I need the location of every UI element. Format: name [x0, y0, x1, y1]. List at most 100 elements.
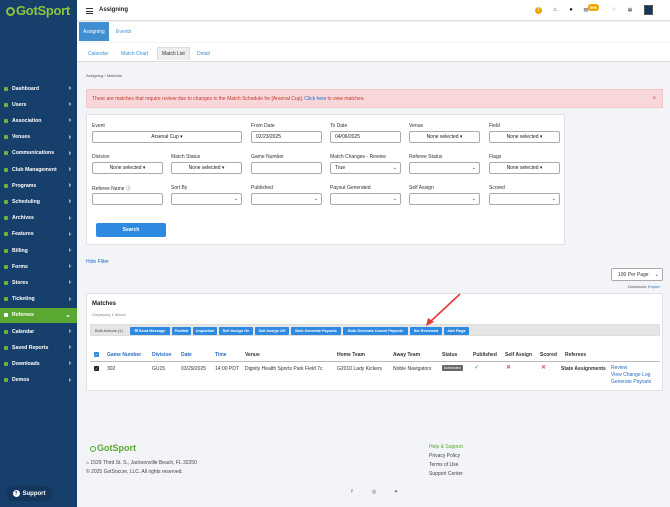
breadcrumb-assigning[interactable]: Assigning — [86, 73, 103, 78]
cell-home-team: G2010 Lady Kickers — [337, 366, 383, 372]
search-button[interactable]: Search — [96, 223, 166, 237]
col-time[interactable]: Time — [215, 352, 227, 358]
sidebar-item-communications[interactable]: Communications › — [0, 146, 77, 161]
sidebar-item-programs[interactable]: Programs › — [0, 178, 77, 193]
envelope-icon: ✉ — [134, 329, 138, 333]
scored-select[interactable]: ⌄ — [489, 193, 560, 205]
sidebar-item-downloads[interactable]: Downloads › — [0, 356, 77, 371]
sidebar-item-demos[interactable]: Demos › — [0, 373, 77, 388]
help-icon[interactable]: ! — [535, 6, 542, 14]
instagram-icon[interactable]: ◎ — [371, 489, 377, 495]
self-assign-on-button[interactable]: Self Assign On — [219, 326, 253, 335]
to-date-input[interactable]: 04/06/2025 — [330, 131, 401, 143]
sidebar-item-scheduling[interactable]: Scheduling › — [0, 194, 77, 209]
support-button[interactable]: ? Support — [6, 486, 52, 501]
tab-detail[interactable]: Detail — [193, 48, 214, 60]
avatar[interactable] — [644, 5, 653, 15]
referee-status-select[interactable]: ⌄ — [409, 162, 480, 174]
division-select[interactable]: None selected ▾ — [92, 162, 163, 174]
footer-terms-link[interactable]: Terms of Use — [429, 462, 458, 468]
chevron-icon: › — [68, 360, 71, 368]
alert-close-icon[interactable]: × — [652, 96, 656, 102]
chevron-icon: ⌄ — [65, 312, 71, 320]
field-label: Field — [489, 123, 500, 129]
self-assign-off-button[interactable]: Self Assign Off — [255, 326, 289, 335]
sidebar-item-referees[interactable]: Referees ⌄ — [0, 307, 77, 323]
add-flags-button[interactable]: Add Flags — [444, 326, 469, 335]
communications-icon — [4, 151, 8, 156]
sidebar-item-archives[interactable]: Archives › — [0, 211, 77, 226]
from-date-input[interactable]: 02/23/2025 — [251, 131, 322, 143]
tab-match-chart[interactable]: Match Chart — [117, 48, 152, 60]
sidebar-item-label: Features — [12, 231, 34, 238]
chat-icon[interactable]: ◌ — [610, 6, 618, 14]
per-page-select[interactable]: 100 Per Page ⌄ — [611, 268, 663, 281]
event-select[interactable]: Arsenal Cup ▾ — [92, 131, 242, 143]
sidebar-item-users[interactable]: Users › — [0, 97, 77, 112]
publish-button[interactable]: Publish — [172, 326, 191, 335]
sidebar-item-stores[interactable]: Stores › — [0, 275, 77, 290]
select-all-checkbox[interactable]: ✓ — [94, 352, 99, 357]
user-icon[interactable]: ● — [567, 6, 575, 14]
referee-name-input[interactable] — [92, 193, 163, 205]
generate-payouts-link[interactable]: Generate Payouts — [611, 379, 651, 386]
sidebar-item-ticketing[interactable]: Ticketing › — [0, 292, 77, 307]
gotsport-logo[interactable]: GotSport — [6, 3, 70, 18]
tab-assigning[interactable]: Assigning — [79, 22, 109, 41]
review-link[interactable]: Review — [611, 365, 651, 372]
venue-select[interactable]: None selected ▾ — [409, 131, 480, 143]
match-status-select[interactable]: None selected ▾ — [171, 162, 242, 174]
sidebar-item-club-management[interactable]: Club Management › — [0, 162, 77, 177]
sidebar-item-forms[interactable]: Forms › — [0, 259, 77, 274]
game-number-label: Game Number — [251, 154, 284, 160]
hide-filter-link[interactable]: Hide Filter — [86, 259, 109, 265]
sidebar-item-label: Dashboard — [12, 85, 40, 92]
bulk-generate-payouts-button[interactable]: Bulk Generate Payouts — [291, 326, 341, 335]
hamburger-menu-icon[interactable] — [86, 8, 93, 16]
sidebar-item-label: Downloads — [12, 360, 40, 367]
sidebar-item-saved-reports[interactable]: Saved Reports › — [0, 340, 77, 355]
home-icon[interactable]: ⌂ — [551, 6, 559, 14]
sidebar-item-features[interactable]: Features › — [0, 227, 77, 242]
set-reviewed-button[interactable]: Set Reviewed — [410, 326, 442, 335]
sidebar-item-association[interactable]: Association › — [0, 113, 77, 128]
export-link[interactable]: Export — [648, 284, 660, 289]
row-checkbox[interactable]: ✓ — [94, 366, 99, 371]
sidebar-item-venues[interactable]: Venues › — [0, 130, 77, 145]
payout-generated-select[interactable]: ⌄ — [330, 193, 401, 205]
cell-date: 03/29/2025 — [181, 366, 207, 372]
sidebar-item-calendar[interactable]: Calendar › — [0, 324, 77, 339]
game-number-input[interactable] — [251, 162, 322, 174]
col-date[interactable]: Date — [181, 352, 192, 358]
col-division[interactable]: Division — [152, 352, 171, 358]
footer-help-support-link[interactable]: Help & Support — [429, 444, 463, 450]
sidebar-item-billing[interactable]: Billing › — [0, 243, 77, 258]
sidebar: GotSport Dashboard › Users › Association › Ven… — [0, 0, 77, 507]
dashboard-icon — [4, 86, 8, 91]
self-assign-select[interactable]: ⌄ — [409, 193, 480, 205]
flags-select[interactable]: None selected ▾ — [489, 162, 560, 174]
download-export: Download: Export — [628, 284, 660, 289]
chevron-down-icon: ⌄ — [313, 196, 318, 202]
field-select[interactable]: None selected ▾ — [489, 131, 560, 143]
facebook-icon[interactable]: f — [349, 489, 355, 495]
question-icon: ? — [12, 490, 20, 497]
sort-by-select[interactable]: ⌄ — [171, 193, 242, 205]
send-message-button[interactable]: ✉ Send Message — [130, 326, 170, 335]
col-game-number[interactable]: Game Number — [107, 352, 141, 358]
col-away-team: Away Team — [393, 352, 421, 358]
footer-privacy-link[interactable]: Privacy Policy — [429, 453, 460, 459]
unpublish-button[interactable]: Unpublish — [193, 326, 217, 335]
alert-click-here-link[interactable]: Click here — [304, 96, 326, 102]
tab-calendar[interactable]: Calendar — [84, 48, 112, 60]
match-changes-select[interactable]: True ⌄ — [330, 162, 401, 174]
footer-support-center-link[interactable]: Support Center — [429, 471, 463, 477]
gear-icon[interactable]: ✲ — [626, 6, 634, 14]
published-select[interactable]: ⌄ — [251, 193, 322, 205]
view-change-log-link[interactable]: View Change Log — [611, 372, 651, 379]
twitter-icon[interactable]: ✦ — [393, 489, 399, 495]
tab-events[interactable]: Events — [112, 22, 135, 41]
bulk-generate-cancel-payouts-button[interactable]: Bulk Generate Cancel Payouts — [343, 326, 408, 335]
tab-match-list[interactable]: Match List — [157, 47, 190, 60]
sidebar-item-dashboard[interactable]: Dashboard › — [0, 81, 77, 96]
